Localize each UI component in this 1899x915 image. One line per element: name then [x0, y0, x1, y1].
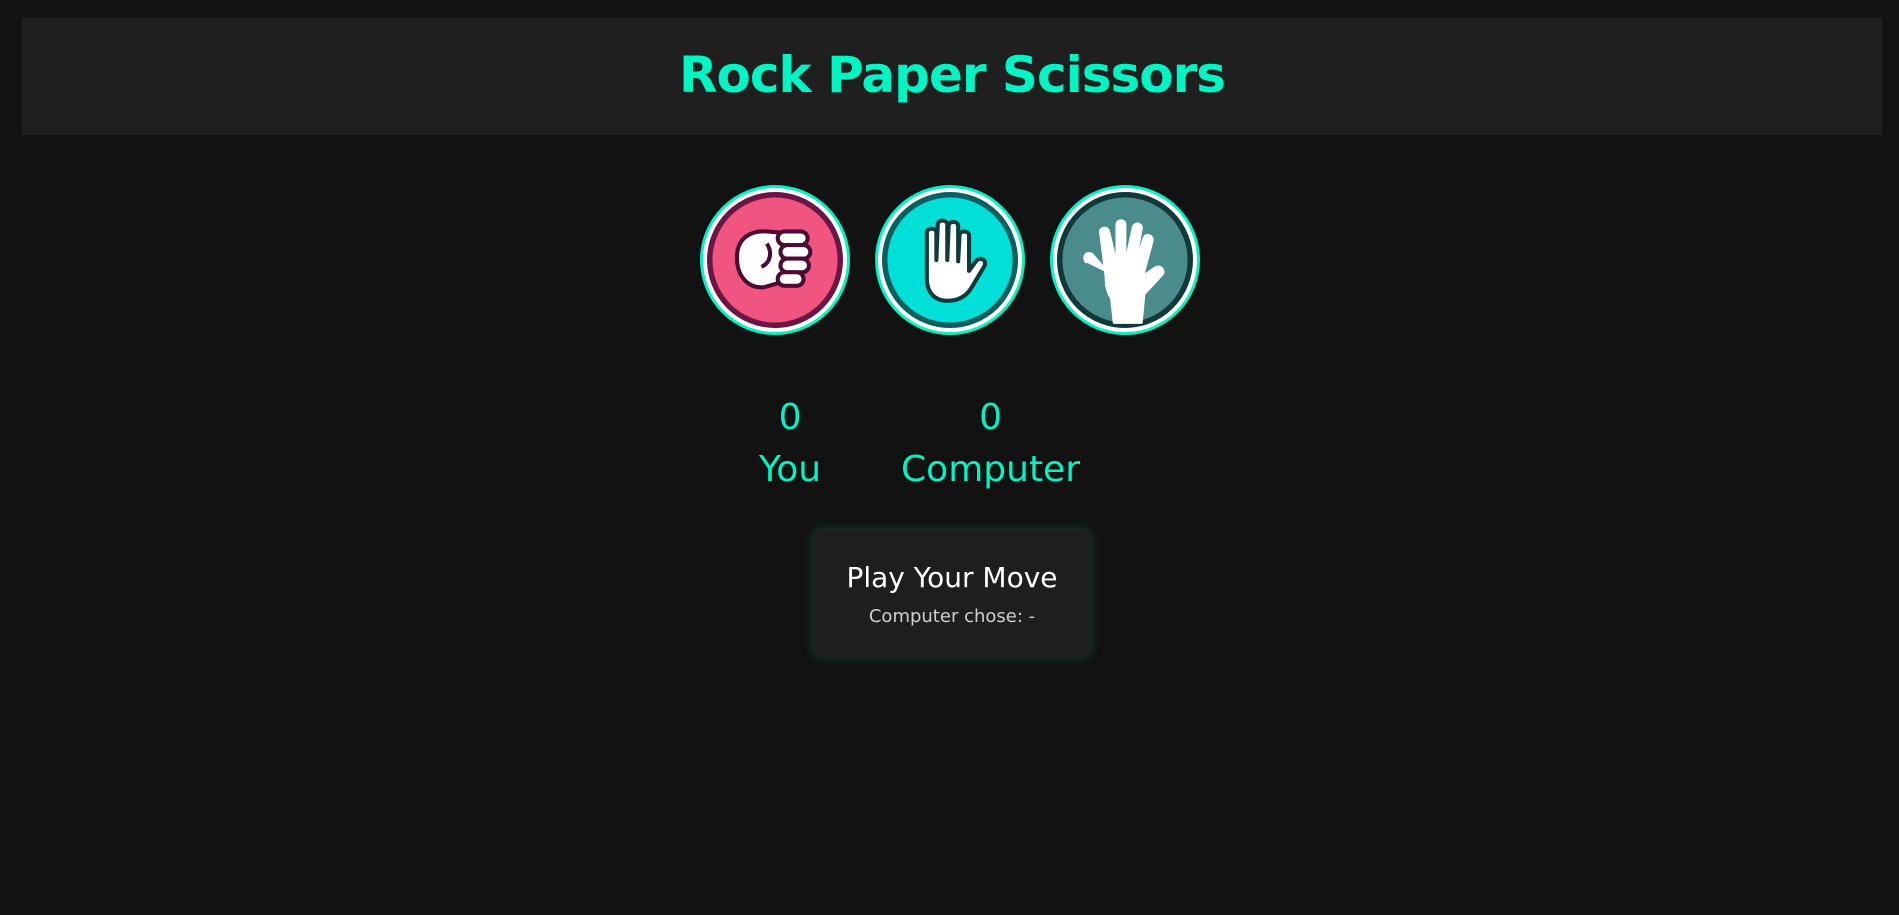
message-container: Play Your Move Computer chose: -	[814, 530, 1090, 657]
computer-score-block: 0 Computer	[901, 392, 1080, 496]
paper-choice-button[interactable]	[874, 185, 1025, 335]
user-score-block: 0 You	[759, 392, 821, 496]
open-hand-icon	[881, 192, 1018, 328]
rock-choice-button[interactable]	[699, 185, 850, 335]
header-bar: Rock Paper Scissors	[22, 18, 1882, 135]
user-score-label: You	[758, 449, 822, 490]
computer-choice-text: Computer chose: -	[868, 605, 1036, 627]
choices-row	[0, 185, 1899, 335]
spock-choice-button[interactable]	[1049, 185, 1200, 335]
fist-icon	[706, 192, 843, 328]
vulcan-salute-icon	[1056, 192, 1193, 328]
computer-score-label: Computer	[901, 449, 1081, 490]
user-score-value: 0	[778, 397, 802, 438]
game-message: Play Your Move	[846, 560, 1058, 594]
computer-score-value: 0	[979, 397, 1002, 438]
game-title: Rock Paper Scissors	[678, 45, 1226, 104]
scoreboard: 0 You 0 Computer	[0, 392, 1869, 496]
